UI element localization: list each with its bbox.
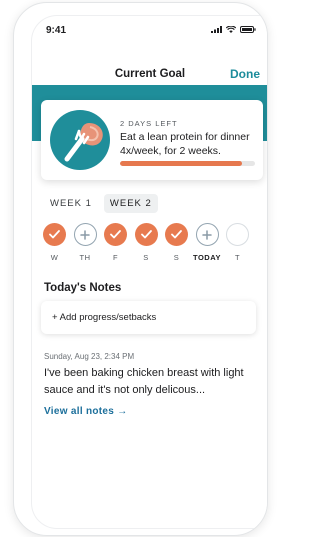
day-item[interactable]: W: [41, 223, 68, 262]
add-progress-label: + Add progress/setbacks: [52, 312, 157, 323]
plus-icon: [195, 223, 219, 246]
day-label: TODAY: [193, 253, 221, 262]
wifi-icon: [226, 26, 236, 33]
status-icons: [211, 26, 256, 33]
day-label: F: [112, 253, 119, 262]
day-item[interactable]: T: [224, 223, 251, 262]
status-time: 9:41: [46, 25, 67, 36]
goal-card[interactable]: 2 DAYS LEFT Eat a lean protein for dinne…: [41, 100, 263, 180]
empty-day-icon: [226, 223, 249, 246]
checkmark-icon: [104, 223, 127, 246]
goal-progress-bar: [120, 161, 255, 166]
battery-icon: [240, 26, 256, 33]
signal-icon: [211, 26, 222, 33]
checkmark-icon: [134, 223, 158, 246]
checkmark-icon: [165, 223, 188, 246]
fork-with-meat-icon: [50, 110, 110, 170]
day-item[interactable]: S: [163, 223, 190, 262]
days-left-label: 2 DAYS LEFT: [120, 119, 178, 128]
day-item[interactable]: TH: [72, 223, 99, 262]
plus-icon: [73, 223, 97, 246]
day-item[interactable]: F: [102, 223, 129, 262]
add-progress-button[interactable]: + Add progress/setbacks: [41, 301, 256, 334]
note-date: Sunday, Aug 23, 2:34 PM: [44, 352, 135, 361]
day-label: W: [50, 253, 59, 262]
note-preview: I've been baking chicken breast with lig…: [44, 367, 244, 396]
phone-frame: 9:41 Current Goal Done 2 DAYS LEFT Eat a…: [13, 2, 268, 536]
day-label: TH: [79, 253, 91, 262]
tab-week-1[interactable]: WEEK 1: [44, 194, 98, 213]
nav-bar: Current Goal Done: [32, 52, 267, 86]
done-button[interactable]: Done: [230, 67, 260, 81]
view-all-notes-link[interactable]: View all notes →: [44, 406, 128, 417]
tab-week-2[interactable]: WEEK 2: [103, 194, 158, 213]
day-tracker: W TH F S S TODAY T: [41, 223, 251, 262]
status-bar: 9:41: [32, 16, 267, 42]
checkmark-icon: [43, 223, 66, 246]
day-label: S: [143, 253, 149, 262]
app-screen: 9:41 Current Goal Done 2 DAYS LEFT Eat a…: [31, 15, 267, 529]
day-label: S: [173, 253, 180, 262]
day-item[interactable]: TODAY: [193, 223, 221, 262]
day-label: T: [234, 253, 241, 262]
goal-progress-fill: [120, 161, 242, 166]
day-item[interactable]: S: [133, 223, 160, 262]
notes-title: Today's Notes: [44, 282, 122, 294]
goal-description: Eat a lean protein for dinner 4x/week, f…: [120, 131, 250, 157]
week-tabs: WEEK 1 WEEK 2: [44, 194, 158, 213]
